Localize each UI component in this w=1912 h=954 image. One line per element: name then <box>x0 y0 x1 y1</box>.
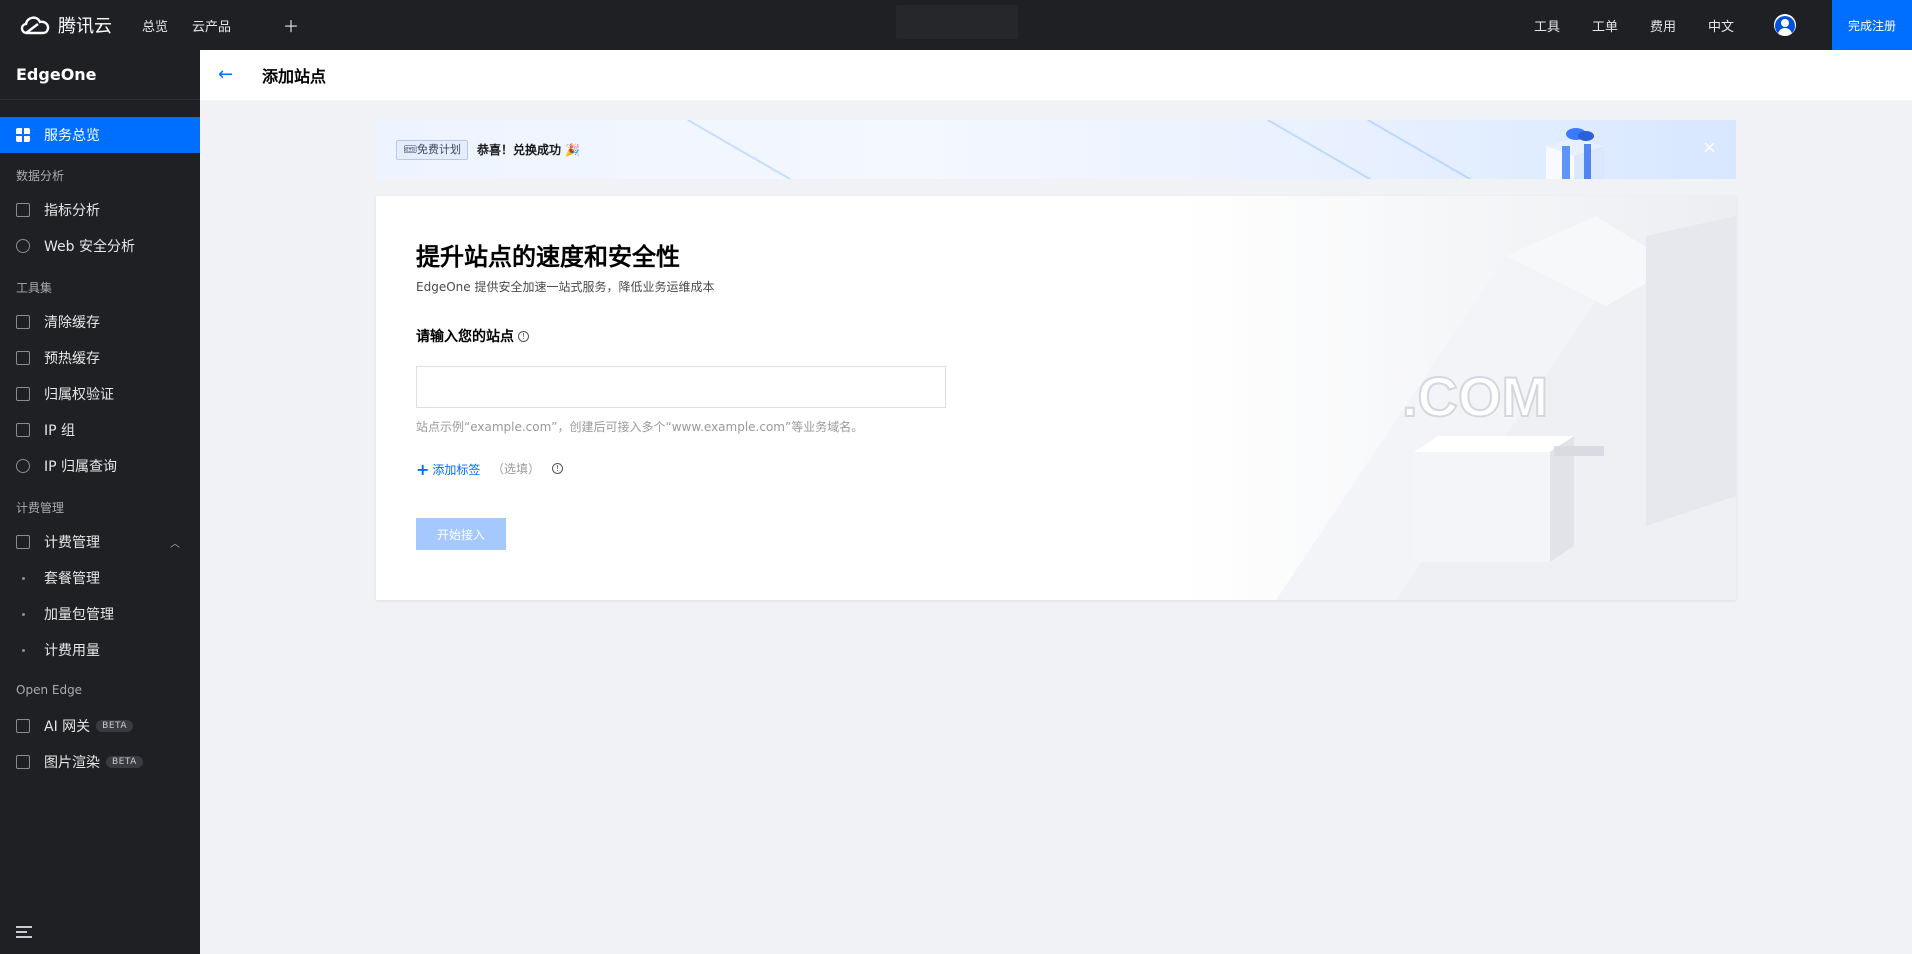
banner-stripe-decoration <box>1367 120 1507 179</box>
search-icon <box>16 459 30 473</box>
site-example-hint: 站点示例“example.com”，创建后可接入多个“www.example.c… <box>416 420 864 434</box>
gift-box-icon <box>1546 128 1604 179</box>
sidebar: EdgeOne 服务总览 数据分析 指标分析 Web 安全分析 工具集 清除缓存… <box>0 50 200 954</box>
image-icon <box>16 755 30 769</box>
sidebar-item-label: AI 网关 <box>44 719 91 735</box>
sidebar-item-image-render[interactable]: 图片渲染 BETA <box>0 744 200 780</box>
chart-monitor-icon <box>16 203 30 217</box>
sidebar-item-prefetch-cache[interactable]: 预热缓存 <box>0 340 200 376</box>
nav-language[interactable]: 中文 <box>1708 16 1734 35</box>
site-field-label-text: 请输入您的站点 <box>416 329 514 345</box>
sidebar-product-title: EdgeOne <box>0 50 200 100</box>
sidebar-subitem-addon-management[interactable]: 加量包管理 <box>0 596 200 632</box>
site-input[interactable] <box>416 366 946 408</box>
complete-registration-button[interactable]: 完成注册 <box>1832 0 1912 50</box>
site-field-label: 请输入您的站点 ! <box>416 326 529 346</box>
nav-products[interactable]: 云产品 <box>192 16 231 35</box>
sidebar-item-label: 预热缓存 <box>44 351 100 367</box>
sidebar-item-label: 图片渲染 <box>44 755 100 771</box>
top-navigation-bar: 腾讯云 总览 云产品 ＋ 工具 工单 费用 中文 完成注册 <box>0 0 1912 50</box>
page-title: 添加站点 <box>262 67 327 86</box>
sidebar-item-label: IP 组 <box>44 423 76 439</box>
sidebar-group-open-edge: Open Edge <box>16 683 83 697</box>
sidebar-item-metrics[interactable]: 指标分析 <box>0 192 200 228</box>
sidebar-item-service-overview[interactable]: 服务总览 <box>0 117 200 153</box>
sidebar-item-label: 服务总览 <box>44 128 100 144</box>
collapse-sidebar-icon[interactable] <box>16 926 32 940</box>
gateway-icon <box>16 719 30 733</box>
nav-billing[interactable]: 费用 <box>1650 16 1676 35</box>
sidebar-item-label: 清除缓存 <box>44 315 100 331</box>
banner-stripe-decoration <box>687 120 827 179</box>
brand-name: 腾讯云 <box>58 16 112 37</box>
sidebar-item-ai-gateway[interactable]: AI 网关 BETA <box>0 708 200 744</box>
user-avatar-icon[interactable] <box>1774 14 1796 36</box>
sidebar-subitem-plan-management[interactable]: 套餐管理 <box>0 560 200 596</box>
sidebar-item-ownership[interactable]: 归属权验证 <box>0 376 200 412</box>
back-arrow-icon[interactable]: ← <box>218 65 238 85</box>
grid-icon <box>16 128 30 142</box>
dotcom-illustration: .COM <box>1176 196 1736 600</box>
nav-overview[interactable]: 总览 <box>142 16 168 35</box>
add-site-card: .COM 提升站点的速度和安全性 EdgeOne 提供安全加速一站式服务，降低业… <box>376 196 1736 600</box>
nav-tickets[interactable]: 工单 <box>1592 16 1618 35</box>
sidebar-item-label: 计费管理 <box>44 535 100 551</box>
nav-tools[interactable]: 工具 <box>1534 16 1560 35</box>
billing-icon <box>16 535 30 549</box>
sidebar-item-billing-management[interactable]: 计费管理 ︿ <box>0 524 200 560</box>
sidebar-item-label: Web 安全分析 <box>44 239 135 255</box>
sidebar-item-purge-cache[interactable]: 清除缓存 <box>0 304 200 340</box>
sidebar-subitem-billing-usage[interactable]: 计费用量 <box>0 632 200 668</box>
add-shortcut-icon[interactable]: ＋ <box>283 13 299 37</box>
server-list-icon <box>16 387 30 401</box>
ip-icon <box>16 423 30 437</box>
shield-icon <box>16 239 30 253</box>
sidebar-item-label: IP 归属查询 <box>44 459 118 475</box>
tencent-cloud-logo[interactable]: 腾讯云 <box>18 12 130 38</box>
close-banner-icon[interactable]: × <box>1702 137 1717 158</box>
beta-badge: BETA <box>96 720 133 732</box>
card-subtitle: EdgeOne 提供安全加速一站式服务，降低业务运维成本 <box>416 280 715 294</box>
sidebar-group-billing: 计费管理 <box>16 501 65 515</box>
purge-icon <box>16 315 30 329</box>
info-icon[interactable]: ! <box>518 330 529 342</box>
sidebar-item-ip-lookup[interactable]: IP 归属查询 <box>0 448 200 484</box>
free-plan-banner: 🎟免费计划 恭喜！兑换成功 🎉 × <box>376 120 1736 179</box>
cloud-logo-icon <box>20 16 50 35</box>
sidebar-item-label: 归属权验证 <box>44 387 114 403</box>
redeem-success-message: 恭喜！兑换成功 🎉 <box>477 143 581 157</box>
download-icon <box>16 351 30 365</box>
card-title: 提升站点的速度和安全性 <box>416 243 680 271</box>
sidebar-item-web-security[interactable]: Web 安全分析 <box>0 228 200 264</box>
info-icon[interactable]: ! <box>552 463 564 474</box>
sidebar-item-label: 指标分析 <box>44 203 100 219</box>
sidebar-group-toolset: 工具集 <box>16 281 53 295</box>
plus-icon: + <box>416 460 430 479</box>
page-header: ← 添加站点 <box>200 50 1912 100</box>
optional-note: （选填） ! <box>492 460 564 477</box>
add-tag-label: 添加标签 <box>432 463 481 477</box>
add-tag-link[interactable]: + 添加标签 <box>416 460 480 479</box>
chevron-up-icon: ︿ <box>170 538 180 550</box>
start-access-button[interactable]: 开始接入 <box>416 518 506 550</box>
top-search-box[interactable] <box>896 5 1018 39</box>
optional-label: （选填） <box>492 462 541 476</box>
free-plan-tag: 🎟免费计划 <box>396 140 468 160</box>
sidebar-item-ip-group[interactable]: IP 组 <box>0 412 200 448</box>
dotcom-illustration-text: .COM <box>1402 365 1548 428</box>
beta-badge: BETA <box>106 756 143 768</box>
sidebar-group-data-analysis: 数据分析 <box>16 169 65 183</box>
top-right-menu: 工具 工单 费用 中文 完成注册 <box>1518 0 1912 50</box>
